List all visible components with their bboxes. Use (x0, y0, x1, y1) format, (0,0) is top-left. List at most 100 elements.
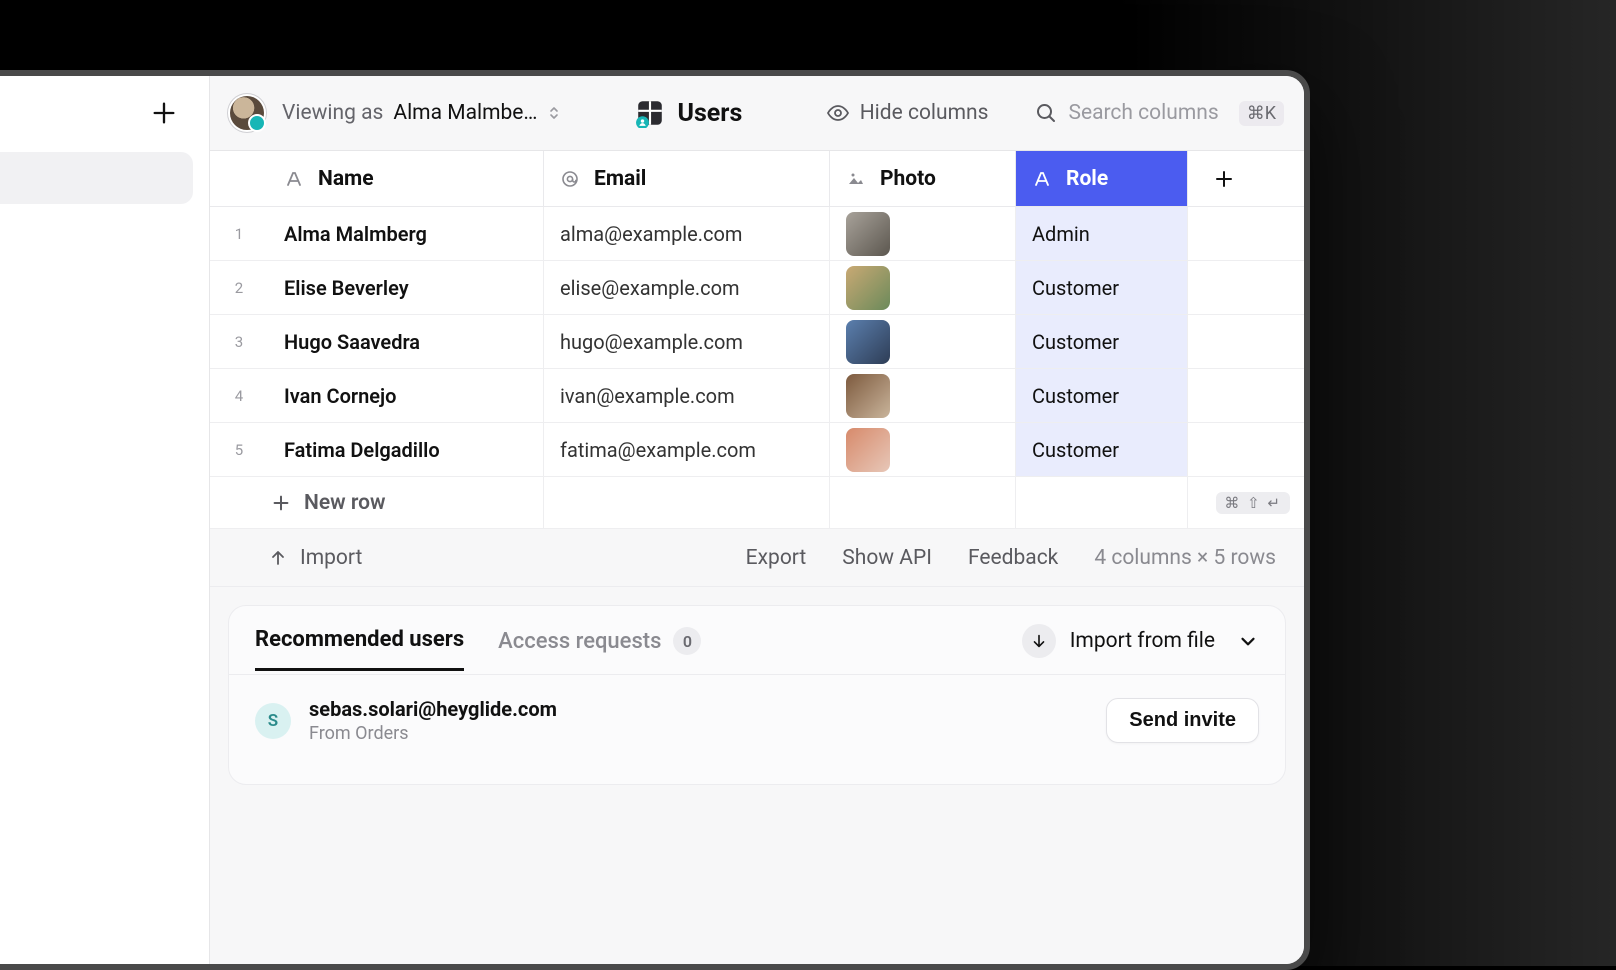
recommended-user-row: S sebas.solari@heyglide.com From Orders … (255, 697, 1259, 744)
table-row[interactable]: 5 Fatima Delgadillo fatima@example.com C… (210, 423, 1304, 477)
cell-name[interactable]: Alma Malmberg (268, 207, 544, 260)
sidebar: ns (0, 76, 210, 964)
cell-photo[interactable] (830, 207, 1016, 260)
cell-name[interactable]: Hugo Saavedra (268, 315, 544, 368)
topbar: Viewing as Alma Malmbe… Users Hide colum… (210, 76, 1304, 150)
hide-columns-label: Hide columns (860, 101, 989, 125)
app-window: ns Viewing as Alma Malmbe… Users (0, 70, 1310, 970)
avatar-letter: S (255, 703, 291, 739)
row-index: 2 (210, 261, 268, 314)
add-column-button[interactable] (1188, 151, 1260, 206)
table-counts: 4 columns × 5 rows (1094, 546, 1276, 570)
viewing-name: Alma Malmbe… (393, 101, 537, 125)
feedback-button[interactable]: Feedback (968, 546, 1058, 570)
cell-photo[interactable] (830, 315, 1016, 368)
row-index: 5 (210, 423, 268, 476)
plus-icon (150, 99, 178, 127)
table-row[interactable]: 3 Hugo Saavedra hugo@example.com Custome… (210, 315, 1304, 369)
search-placeholder: Search columns (1068, 101, 1218, 125)
cell-name[interactable]: Ivan Cornejo (268, 369, 544, 422)
chevron-updown-icon (547, 104, 561, 122)
data-table: Name Email Photo Role (210, 150, 1304, 529)
column-photo-label: Photo (880, 167, 936, 191)
column-index (210, 151, 268, 206)
table-row[interactable]: 1 Alma Malmberg alma@example.com Admin (210, 207, 1304, 261)
row-index: 1 (210, 207, 268, 260)
cell-photo[interactable] (830, 423, 1016, 476)
cell-photo[interactable] (830, 369, 1016, 422)
eye-icon (826, 101, 850, 125)
show-api-button[interactable]: Show API (842, 546, 932, 570)
new-row-shortcut: ⌘ ⇧ ↵ (1216, 492, 1290, 514)
photo-thumb (846, 374, 890, 418)
cell-email[interactable]: hugo@example.com (544, 315, 830, 368)
arrow-down-icon (1030, 632, 1048, 650)
cell-name[interactable]: Elise Beverley (268, 261, 544, 314)
text-icon (1032, 169, 1052, 189)
requests-count-badge: 0 (673, 627, 701, 655)
column-email[interactable]: Email (544, 151, 830, 206)
cell-role[interactable]: Customer (1016, 423, 1188, 476)
row-index: 4 (210, 369, 268, 422)
hide-columns-button[interactable]: Hide columns (826, 101, 989, 125)
row-index: 3 (210, 315, 268, 368)
plus-icon (1212, 167, 1236, 191)
column-role-label: Role (1066, 167, 1108, 191)
column-name-label: Name (318, 167, 374, 191)
column-photo[interactable]: Photo (830, 151, 1016, 206)
cell-email[interactable]: ivan@example.com (544, 369, 830, 422)
import-from-file-button[interactable]: Import from file (1022, 624, 1259, 674)
search-icon (1034, 101, 1058, 125)
cell-email[interactable]: fatima@example.com (544, 423, 830, 476)
avatar[interactable] (230, 96, 264, 130)
import-label: Import (300, 546, 362, 570)
table-footer: Import Export Show API Feedback 4 column… (210, 529, 1304, 587)
cell-email[interactable]: alma@example.com (544, 207, 830, 260)
cell-role[interactable]: Customer (1016, 315, 1188, 368)
photo-thumb (846, 212, 890, 256)
table-header: Name Email Photo Role (210, 151, 1304, 207)
page-title: Users (677, 99, 742, 128)
cell-role[interactable]: Admin (1016, 207, 1188, 260)
export-button[interactable]: Export (746, 546, 807, 570)
search-shortcut: ⌘K (1239, 101, 1284, 126)
chevron-down-icon (1237, 630, 1259, 652)
recommended-user-email: sebas.solari@heyglide.com (309, 697, 557, 721)
cell-email[interactable]: elise@example.com (544, 261, 830, 314)
recommended-user-source: From Orders (309, 723, 557, 744)
photo-thumb (846, 320, 890, 364)
tab-recommended-users[interactable]: Recommended users (255, 627, 464, 671)
column-name[interactable]: Name (268, 151, 544, 206)
arrow-up-icon (268, 548, 288, 568)
new-row-label: New row (304, 491, 386, 515)
table-title-block: Users (635, 98, 742, 128)
column-role[interactable]: Role (1016, 151, 1188, 206)
table-row[interactable]: 2 Elise Beverley elise@example.com Custo… (210, 261, 1304, 315)
import-from-file-label: Import from file (1070, 629, 1215, 653)
photo-thumb (846, 428, 890, 472)
text-icon (284, 169, 304, 189)
download-icon-wrap (1022, 624, 1056, 658)
table-row[interactable]: 4 Ivan Cornejo ivan@example.com Customer (210, 369, 1304, 423)
send-invite-button[interactable]: Send invite (1106, 698, 1259, 743)
new-row-button[interactable]: New row ⌘ ⇧ ↵ (210, 477, 1304, 529)
cell-photo[interactable] (830, 261, 1016, 314)
viewing-prefix: Viewing as (282, 101, 383, 125)
main-panel: Viewing as Alma Malmbe… Users Hide colum… (210, 76, 1304, 964)
tab-requests-label: Access requests (498, 629, 661, 654)
tab-access-requests[interactable]: Access requests 0 (498, 627, 701, 671)
search-columns[interactable]: Search columns ⌘K (1034, 101, 1284, 126)
sidebar-item-active[interactable] (0, 152, 193, 204)
cell-name[interactable]: Fatima Delgadillo (268, 423, 544, 476)
image-icon (846, 169, 866, 189)
tab-recommended-label: Recommended users (255, 627, 464, 652)
table-icon (635, 98, 665, 128)
at-icon (560, 169, 580, 189)
add-button[interactable] (145, 94, 183, 132)
plus-icon (270, 492, 292, 514)
import-button[interactable]: Import (268, 546, 362, 570)
cell-role[interactable]: Customer (1016, 369, 1188, 422)
viewing-as-selector[interactable]: Viewing as Alma Malmbe… (282, 101, 561, 125)
cell-role[interactable]: Customer (1016, 261, 1188, 314)
photo-thumb (846, 266, 890, 310)
